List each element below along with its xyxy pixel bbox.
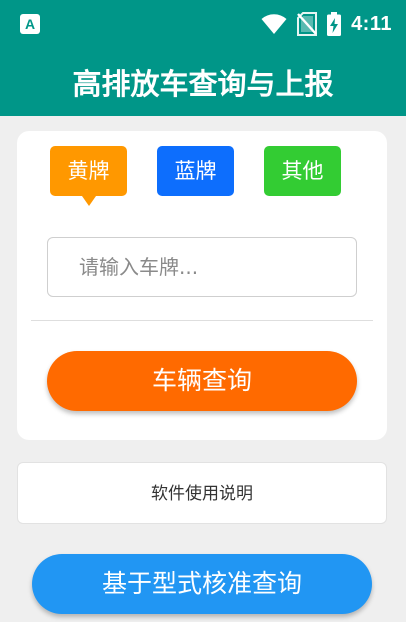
page-title: 高排放车查询与上报 — [72, 67, 334, 101]
plate-type-blue-button[interactable]: 蓝牌 — [157, 146, 234, 196]
plate-number-input[interactable] — [47, 237, 357, 297]
divider — [31, 320, 373, 321]
wifi-icon — [261, 14, 287, 34]
no-sim-icon — [297, 12, 318, 36]
clock: 4:11 — [351, 12, 392, 35]
plate-type-yellow-button[interactable]: 黄牌 — [50, 146, 127, 196]
status-bar: A 4:11 — [0, 0, 406, 48]
plate-type-other-button[interactable]: 其他 — [264, 146, 341, 196]
query-card: 黄牌 蓝牌 其他 车辆查询 — [17, 131, 387, 440]
app-notification-icon: A — [20, 14, 40, 34]
type-approval-query-button[interactable]: 基于型式核准查询 — [32, 554, 372, 614]
manual-button[interactable]: 软件使用说明 — [17, 462, 387, 524]
app-bar: 高排放车查询与上报 — [0, 48, 406, 116]
selected-indicator — [82, 196, 96, 206]
battery-charging-icon — [327, 12, 342, 36]
vehicle-query-button[interactable]: 车辆查询 — [47, 351, 357, 411]
status-icons: 4:11 — [261, 10, 392, 38]
